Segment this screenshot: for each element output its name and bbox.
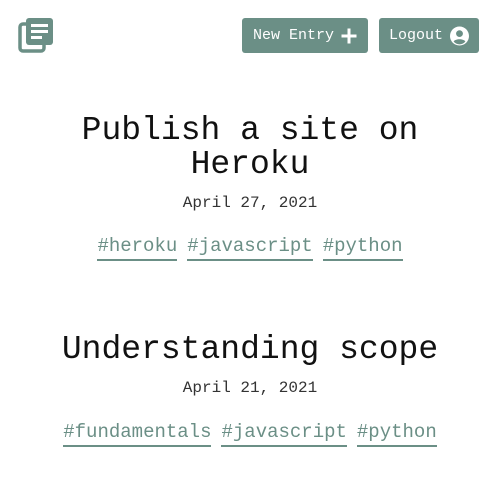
tag-link[interactable]: #python <box>322 234 403 261</box>
entry-date: April 27, 2021 <box>182 194 318 212</box>
entry-tags: #heroku #javascript #python <box>0 234 500 261</box>
new-entry-button[interactable]: New Entry <box>242 18 368 53</box>
blog-page: New Entry Logout Publish a site on Herok… <box>0 0 500 500</box>
entry-title[interactable]: Publish a site on Heroku <box>60 114 440 182</box>
logout-button[interactable]: Logout <box>379 18 479 53</box>
new-entry-label: New Entry <box>252 27 334 44</box>
tag-link[interactable]: #python <box>356 420 437 447</box>
tag-link[interactable]: #heroku <box>97 234 178 261</box>
tag-link[interactable]: #javascript <box>187 234 313 261</box>
tag-link[interactable]: #javascript <box>221 420 347 447</box>
entry-tags: #fundamentals #javascript #python <box>0 420 500 447</box>
entry-card: Understanding scope April 21, 2021 #fund… <box>0 333 500 447</box>
entry-title[interactable]: Understanding scope <box>0 333 500 367</box>
tag-link[interactable]: #fundamentals <box>63 420 212 447</box>
journal-icon[interactable] <box>18 17 54 53</box>
entry-date: April 21, 2021 <box>182 379 318 397</box>
user-circle-icon <box>450 26 469 45</box>
plus-icon <box>341 28 357 43</box>
logout-label: Logout <box>389 27 444 44</box>
entry-card: Publish a site on Heroku April 27, 2021 … <box>0 114 500 261</box>
